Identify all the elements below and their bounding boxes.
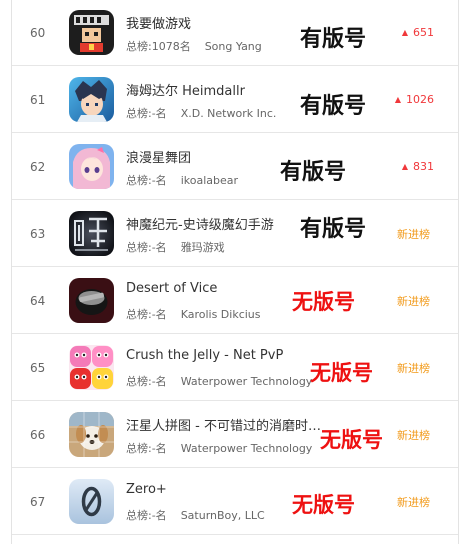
- license-stamp: 无版号: [310, 360, 373, 385]
- dark-pot-icon[interactable]: [69, 278, 114, 323]
- list-item[interactable]: 63 神魔纪元-史诗级魔幻手游 总榜:-名 雅玛游戏 有版号 新进榜: [12, 201, 458, 267]
- total-chart-rank: 总榜:-名: [126, 174, 167, 187]
- rank-change: 新进榜: [397, 469, 430, 534]
- rank-number: 62: [30, 159, 46, 174]
- list-item[interactable]: 65 Crush the Jelly - Net PvP 总榜:-名 Waterp…: [12, 335, 458, 401]
- anime-girl-icon[interactable]: [69, 144, 114, 189]
- rank-change: ▲ 1026: [395, 67, 434, 132]
- license-stamp: 有版号: [300, 216, 367, 242]
- list-item[interactable]: 61 海姆达尔 Heimdallr 总榜:-名 X.D. Network Inc.…: [12, 67, 458, 133]
- app-name[interactable]: Crush the Jelly - Net PvP: [126, 348, 283, 363]
- developer-name[interactable]: SaturnBoy, LLC: [181, 509, 265, 522]
- app-meta: 总榜:-名 Waterpower Technology: [126, 373, 312, 389]
- total-chart-rank: 总榜:-名: [126, 241, 167, 254]
- license-stamp: 有版号: [280, 159, 347, 185]
- license-stamp: 无版号: [320, 427, 383, 452]
- app-name[interactable]: 浪漫星舞团: [126, 147, 191, 166]
- list-item[interactable]: 67 Zero+ 总榜:-名 SaturnBoy, LLC 无版号 新进榜: [12, 469, 458, 535]
- developer-name[interactable]: Waterpower Technology: [181, 375, 313, 388]
- app-meta: 总榜:-名 ikoalabear: [126, 172, 238, 188]
- up-arrow-icon: ▲: [401, 28, 408, 37]
- app-name[interactable]: 海姆达尔 Heimdallr: [126, 80, 245, 99]
- total-chart-rank: 总榜:1078名: [126, 40, 191, 53]
- list-item[interactable]: 62 浪漫星舞团 总榜:-名 ikoalabear 有版号 ▲ 831: [12, 134, 458, 200]
- list-item[interactable]: 64 Desert of Vice 总榜:-名 Karolis Dikcius 无…: [12, 268, 458, 334]
- rank-change-value: 651: [413, 26, 434, 39]
- rank-change-value: 新进榜: [397, 361, 430, 375]
- rank-number: 66: [30, 427, 46, 442]
- developer-name[interactable]: Karolis Dikcius: [181, 308, 261, 321]
- up-arrow-icon: ▲: [401, 162, 408, 171]
- total-chart-rank: 总榜:-名: [126, 442, 167, 455]
- zero-digit-icon[interactable]: [69, 479, 114, 524]
- total-chart-rank: 总榜:-名: [126, 375, 167, 388]
- rank-change: 新进榜: [397, 201, 430, 266]
- rank-change: 新进榜: [397, 402, 430, 467]
- total-chart-rank: 总榜:-名: [126, 509, 167, 522]
- license-stamp: 有版号: [300, 93, 367, 119]
- rank-change-value: 新进榜: [397, 294, 430, 308]
- rank-number: 67: [30, 494, 46, 509]
- app-meta: 总榜:-名 雅玛游戏: [126, 239, 225, 255]
- license-stamp: 无版号: [292, 492, 355, 517]
- app-name[interactable]: 神魔纪元-史诗级魔幻手游: [126, 214, 274, 233]
- rank-change: 新进榜: [397, 335, 430, 400]
- rank-change-value: 新进榜: [397, 495, 430, 509]
- rank-change: ▲ 831: [402, 134, 434, 199]
- rank-number: 64: [30, 293, 46, 308]
- up-arrow-icon: ▲: [394, 95, 401, 104]
- app-meta: 总榜:-名 SaturnBoy, LLC: [126, 507, 265, 523]
- license-stamp: 无版号: [292, 289, 355, 314]
- jelly-faces-icon[interactable]: [69, 345, 114, 390]
- app-name[interactable]: 我要做游戏: [126, 13, 191, 32]
- list-item[interactable]: 66 汪星人拼图 - 不可错过的消磨时间的游戏 总榜:-名 Waterpower …: [12, 402, 458, 468]
- rank-number: 60: [30, 25, 46, 40]
- developer-name[interactable]: ikoalabear: [181, 174, 238, 187]
- rank-number: 65: [30, 360, 46, 375]
- rank-change-value: 1026: [406, 93, 434, 106]
- app-meta: 总榜:1078名 Song Yang: [126, 38, 262, 54]
- shenmo-logo-icon[interactable]: [69, 211, 114, 256]
- rank-change-value: 831: [413, 160, 434, 173]
- rank-change: ▲ 651: [402, 0, 434, 65]
- developer-name[interactable]: Waterpower Technology: [181, 442, 313, 455]
- rank-change-value: 新进榜: [397, 227, 430, 241]
- app-meta: 总榜:-名 Karolis Dikcius: [126, 306, 261, 322]
- developer-name[interactable]: Song Yang: [205, 40, 262, 53]
- rank-number: 63: [30, 226, 46, 241]
- rank-number: 61: [30, 92, 46, 107]
- developer-name[interactable]: X.D. Network Inc.: [181, 107, 277, 120]
- license-stamp: 有版号: [300, 26, 367, 52]
- app-name[interactable]: 汪星人拼图 - 不可错过的消磨时间的游戏: [126, 415, 322, 434]
- app-meta: 总榜:-名 Waterpower Technology: [126, 440, 312, 456]
- total-chart-rank: 总榜:-名: [126, 308, 167, 321]
- rank-change-value: 新进榜: [397, 428, 430, 442]
- puppy-puzzle-icon[interactable]: [69, 412, 114, 457]
- list-item[interactable]: 60 我要做游戏 总榜:1078名 Song Yang 有版号 ▲ 651: [12, 0, 458, 66]
- anime-boy-icon[interactable]: [69, 77, 114, 122]
- rank-change: 新进榜: [397, 268, 430, 333]
- app-meta: 总榜:-名 X.D. Network Inc.: [126, 105, 276, 121]
- developer-name[interactable]: 雅玛游戏: [181, 241, 225, 254]
- ranking-list: 60 我要做游戏 总榜:1078名 Song Yang 有版号 ▲ 651 61…: [11, 0, 459, 544]
- app-name[interactable]: Desert of Vice: [126, 281, 217, 296]
- app-name[interactable]: Zero+: [126, 482, 167, 497]
- total-chart-rank: 总榜:-名: [126, 107, 167, 120]
- game-dev-pixel-icon[interactable]: [69, 10, 114, 55]
